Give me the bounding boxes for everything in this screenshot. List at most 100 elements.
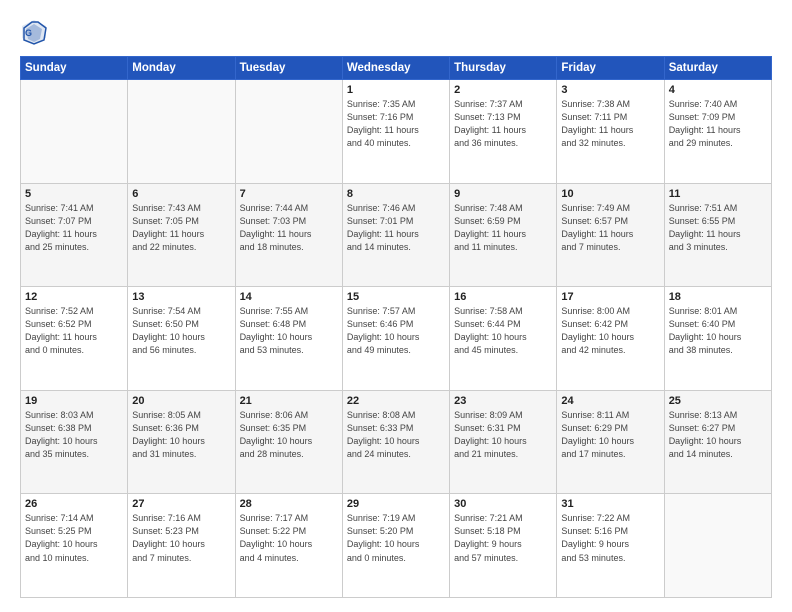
- day-cell: 7Sunrise: 7:44 AM Sunset: 7:03 PM Daylig…: [235, 183, 342, 287]
- day-number: 23: [454, 395, 552, 407]
- day-number: 1: [347, 84, 445, 96]
- day-cell: [664, 494, 771, 598]
- day-cell: 20 Sunrise: 8:05 AM Sunset: 6:36 PM Dayli…: [128, 390, 235, 494]
- svg-text:G: G: [25, 28, 32, 38]
- day-number: 8: [347, 188, 445, 200]
- day-info: Sunrise: 8:03 AM Sunset: 6:38 PM Dayligh…: [25, 409, 123, 461]
- day-cell: 16 Sunrise: 7:58 AM Sunset: 6:44 PM Dayli…: [450, 287, 557, 391]
- day-number: 26: [25, 498, 123, 510]
- day-number: 20: [132, 395, 230, 407]
- weekday-header-sunday: Sunday: [21, 57, 128, 80]
- day-info: Sunrise: 7:44 AM Sunset: 7:03 PM Dayligh…: [240, 202, 338, 254]
- day-cell: 18Sunrise: 8:01 AM Sunset: 6:40 PM Dayli…: [664, 287, 771, 391]
- day-info: Sunrise: 7:21 AM Sunset: 5:18 PM Dayligh…: [454, 512, 552, 564]
- day-info: Sunrise: 8:09 AM Sunset: 6:31 PM Dayligh…: [454, 409, 552, 461]
- day-cell: 6 Sunrise: 7:43 AM Sunset: 7:05 PM Daylig…: [128, 183, 235, 287]
- day-cell: 12 Sunrise: 7:52 AM Sunset: 6:52 PM Dayli…: [21, 287, 128, 391]
- weekday-header-wednesday: Wednesday: [342, 57, 449, 80]
- weekday-header-thursday: Thursday: [450, 57, 557, 80]
- day-number: 22: [347, 395, 445, 407]
- day-cell: 15 Sunrise: 7:57 AM Sunset: 6:46 PM Dayli…: [342, 287, 449, 391]
- day-info: Sunrise: 7:51 AM Sunset: 6:55 PM Dayligh…: [669, 202, 767, 254]
- day-cell: 17Sunrise: 8:00 AM Sunset: 6:42 PM Dayli…: [557, 287, 664, 391]
- day-cell: 11 Sunrise: 7:51 AM Sunset: 6:55 PM Dayli…: [664, 183, 771, 287]
- week-row-5: 26 Sunrise: 7:14 AM Sunset: 5:25 PM Dayli…: [21, 494, 772, 598]
- day-number: 9: [454, 188, 552, 200]
- day-info: Sunrise: 7:19 AM Sunset: 5:20 PM Dayligh…: [347, 512, 445, 564]
- day-info: Sunrise: 8:00 AM Sunset: 6:42 PM Dayligh…: [561, 305, 659, 357]
- day-info: Sunrise: 7:40 AM Sunset: 7:09 PM Dayligh…: [669, 98, 767, 150]
- day-cell: 1 Sunrise: 7:35 AM Sunset: 7:16 PM Daylig…: [342, 80, 449, 184]
- day-info: Sunrise: 7:14 AM Sunset: 5:25 PM Dayligh…: [25, 512, 123, 564]
- day-cell: 4 Sunrise: 7:40 AM Sunset: 7:09 PM Daylig…: [664, 80, 771, 184]
- day-cell: 2 Sunrise: 7:37 AM Sunset: 7:13 PM Daylig…: [450, 80, 557, 184]
- day-info: Sunrise: 8:06 AM Sunset: 6:35 PM Dayligh…: [240, 409, 338, 461]
- day-info: Sunrise: 7:54 AM Sunset: 6:50 PM Dayligh…: [132, 305, 230, 357]
- day-number: 11: [669, 188, 767, 200]
- day-cell: 31 Sunrise: 7:22 AM Sunset: 5:16 PM Dayli…: [557, 494, 664, 598]
- day-number: 30: [454, 498, 552, 510]
- day-number: 4: [669, 84, 767, 96]
- day-cell: 5Sunrise: 7:41 AM Sunset: 7:07 PM Daylig…: [21, 183, 128, 287]
- day-number: 15: [347, 291, 445, 303]
- week-row-3: 12 Sunrise: 7:52 AM Sunset: 6:52 PM Dayli…: [21, 287, 772, 391]
- day-info: Sunrise: 7:48 AM Sunset: 6:59 PM Dayligh…: [454, 202, 552, 254]
- day-cell: 9 Sunrise: 7:48 AM Sunset: 6:59 PM Daylig…: [450, 183, 557, 287]
- day-info: Sunrise: 7:49 AM Sunset: 6:57 PM Dayligh…: [561, 202, 659, 254]
- day-info: Sunrise: 7:43 AM Sunset: 7:05 PM Dayligh…: [132, 202, 230, 254]
- day-cell: 10Sunrise: 7:49 AM Sunset: 6:57 PM Dayli…: [557, 183, 664, 287]
- day-info: Sunrise: 7:52 AM Sunset: 6:52 PM Dayligh…: [25, 305, 123, 357]
- day-cell: 30 Sunrise: 7:21 AM Sunset: 5:18 PM Dayli…: [450, 494, 557, 598]
- day-number: 31: [561, 498, 659, 510]
- day-info: Sunrise: 7:17 AM Sunset: 5:22 PM Dayligh…: [240, 512, 338, 564]
- weekday-header-monday: Monday: [128, 57, 235, 80]
- day-cell: 13 Sunrise: 7:54 AM Sunset: 6:50 PM Dayli…: [128, 287, 235, 391]
- day-info: Sunrise: 7:55 AM Sunset: 6:48 PM Dayligh…: [240, 305, 338, 357]
- day-cell: 23 Sunrise: 8:09 AM Sunset: 6:31 PM Dayli…: [450, 390, 557, 494]
- day-number: 2: [454, 84, 552, 96]
- day-info: Sunrise: 8:13 AM Sunset: 6:27 PM Dayligh…: [669, 409, 767, 461]
- day-info: Sunrise: 7:16 AM Sunset: 5:23 PM Dayligh…: [132, 512, 230, 564]
- day-number: 14: [240, 291, 338, 303]
- day-info: Sunrise: 8:05 AM Sunset: 6:36 PM Dayligh…: [132, 409, 230, 461]
- day-number: 19: [25, 395, 123, 407]
- weekday-header-saturday: Saturday: [664, 57, 771, 80]
- day-info: Sunrise: 7:46 AM Sunset: 7:01 PM Dayligh…: [347, 202, 445, 254]
- day-cell: 29Sunrise: 7:19 AM Sunset: 5:20 PM Dayli…: [342, 494, 449, 598]
- weekday-header-row: SundayMondayTuesdayWednesdayThursdayFrid…: [21, 57, 772, 80]
- day-number: 28: [240, 498, 338, 510]
- day-info: Sunrise: 7:35 AM Sunset: 7:16 PM Dayligh…: [347, 98, 445, 150]
- week-row-1: 1 Sunrise: 7:35 AM Sunset: 7:16 PM Daylig…: [21, 80, 772, 184]
- day-number: 16: [454, 291, 552, 303]
- day-info: Sunrise: 8:08 AM Sunset: 6:33 PM Dayligh…: [347, 409, 445, 461]
- day-cell: [128, 80, 235, 184]
- day-number: 13: [132, 291, 230, 303]
- header: G: [20, 18, 772, 46]
- day-cell: 19 Sunrise: 8:03 AM Sunset: 6:38 PM Dayli…: [21, 390, 128, 494]
- day-info: Sunrise: 7:37 AM Sunset: 7:13 PM Dayligh…: [454, 98, 552, 150]
- day-cell: 14 Sunrise: 7:55 AM Sunset: 6:48 PM Dayli…: [235, 287, 342, 391]
- day-cell: 21 Sunrise: 8:06 AM Sunset: 6:35 PM Dayli…: [235, 390, 342, 494]
- day-number: 21: [240, 395, 338, 407]
- day-info: Sunrise: 7:22 AM Sunset: 5:16 PM Dayligh…: [561, 512, 659, 564]
- day-number: 24: [561, 395, 659, 407]
- page: G SundayMondayTuesdayWednesdayThursdayFr…: [0, 0, 792, 612]
- week-row-2: 5Sunrise: 7:41 AM Sunset: 7:07 PM Daylig…: [21, 183, 772, 287]
- weekday-header-tuesday: Tuesday: [235, 57, 342, 80]
- day-cell: 3 Sunrise: 7:38 AM Sunset: 7:11 PM Daylig…: [557, 80, 664, 184]
- day-cell: 27Sunrise: 7:16 AM Sunset: 5:23 PM Dayli…: [128, 494, 235, 598]
- weekday-header-friday: Friday: [557, 57, 664, 80]
- day-cell: 22 Sunrise: 8:08 AM Sunset: 6:33 PM Dayli…: [342, 390, 449, 494]
- day-cell: 25Sunrise: 8:13 AM Sunset: 6:27 PM Dayli…: [664, 390, 771, 494]
- day-cell: 24Sunrise: 8:11 AM Sunset: 6:29 PM Dayli…: [557, 390, 664, 494]
- day-info: Sunrise: 7:57 AM Sunset: 6:46 PM Dayligh…: [347, 305, 445, 357]
- day-number: 3: [561, 84, 659, 96]
- day-cell: [235, 80, 342, 184]
- day-number: 6: [132, 188, 230, 200]
- calendar-table: SundayMondayTuesdayWednesdayThursdayFrid…: [20, 56, 772, 598]
- day-cell: 28 Sunrise: 7:17 AM Sunset: 5:22 PM Dayli…: [235, 494, 342, 598]
- day-number: 12: [25, 291, 123, 303]
- day-info: Sunrise: 7:38 AM Sunset: 7:11 PM Dayligh…: [561, 98, 659, 150]
- day-number: 18: [669, 291, 767, 303]
- day-info: Sunrise: 7:58 AM Sunset: 6:44 PM Dayligh…: [454, 305, 552, 357]
